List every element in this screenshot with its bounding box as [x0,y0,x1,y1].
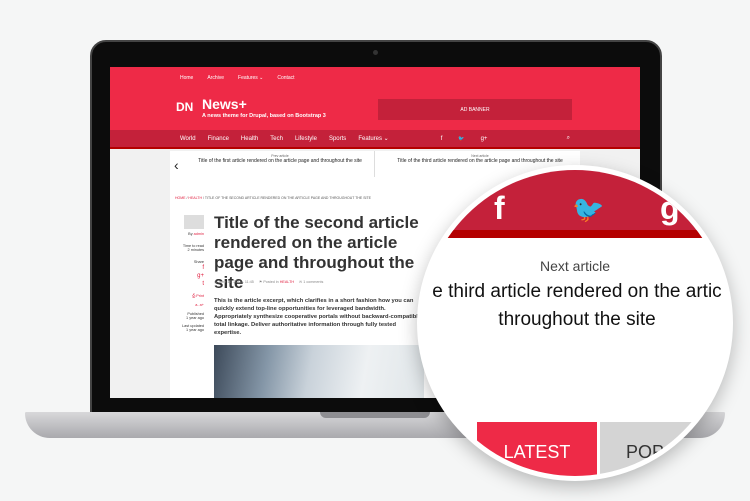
ad-banner[interactable]: AD BANNER [378,99,572,120]
laptop-notch [320,412,430,418]
twitter-icon[interactable]: 🐦 [572,194,604,225]
top-menu-contact[interactable]: Contact [277,75,294,81]
site-header: DN News+ A news theme for Drupal, based … [110,88,640,130]
menu-world[interactable]: World [180,136,196,142]
author-link[interactable]: admin [194,232,204,236]
published-value: 1 year ago [186,316,204,320]
menu-health[interactable]: Health [241,136,258,142]
posted-in-label: Posted in [263,280,279,284]
magnifier: f 🐦 g+ Next article e third article rend… [417,165,733,481]
magnified-title-line2: throughout the site [498,309,656,330]
tag-icon: ⚑ [258,280,263,284]
menu-finance[interactable]: Finance [208,136,229,142]
top-menu-features[interactable]: Features ⌄ [238,75,263,81]
print-link[interactable]: Print [196,294,204,298]
font-size-control[interactable]: a- a+ [180,303,204,307]
facebook-icon[interactable]: f [494,190,505,227]
top-menu: Home Archive Features ⌄ Contact [110,67,640,88]
avatar [184,215,204,229]
popular-tab[interactable]: POP [600,422,728,476]
share-twitter-icon[interactable]: t [180,280,204,288]
article-sidebar: By admin Time to read 2 minutes Share fg… [180,215,204,332]
article-meta: ◷ June 17, 2014 - 11:45 ⚑ Posted in HEAL… [214,280,324,284]
latest-tab[interactable]: LATEST [477,422,597,476]
twitter-icon[interactable]: 🐦 [458,136,464,142]
chevron-left-icon[interactable]: ‹ [174,157,179,173]
next-article-link[interactable]: Next article Title of the third article … [390,154,570,164]
time-value: 2 minutes [187,248,204,252]
share-google-plus-icon[interactable]: g+ [180,272,204,280]
updated-value: 1 year ago [186,328,204,332]
facebook-icon[interactable]: f [441,136,443,142]
prev-article-link[interactable]: Prev article Title of the first article … [190,154,370,164]
breadcrumb: HOME / HEALTH / TITLE OF THE SECOND ARTI… [175,196,371,200]
menu-features[interactable]: Features ⌄ [358,135,388,142]
site-logo[interactable]: DN [176,100,196,116]
google-plus-icon[interactable]: g+ [481,136,488,142]
magnified-next-label: Next article [539,258,611,274]
article-image [214,345,424,398]
top-menu-home[interactable]: Home [180,75,193,81]
article-date: June 17, 2014 - 11:45 [218,280,254,284]
category-link[interactable]: HEALTH [280,280,294,284]
menu-lifestyle[interactable]: Lifestyle [295,136,317,142]
by-label: By [188,232,193,236]
menu-sports[interactable]: Sports [329,136,346,142]
search-icon[interactable]: ⌕ [567,135,570,142]
site-tagline: A news theme for Drupal, based on Bootst… [202,113,326,119]
site-name[interactable]: News+ [202,96,247,112]
camera [373,50,378,55]
magnified-next-title[interactable]: e third article rendered on the artic thr… [422,278,728,334]
divider [374,151,375,177]
main-menu: World Finance Health Tech Lifestyle Spor… [110,130,640,149]
breadcrumb-section[interactable]: HEALTH [188,196,202,200]
google-plus-icon[interactable]: g+ [660,190,698,227]
prev-title: Title of the first article rendered on t… [198,158,362,164]
top-menu-archive[interactable]: Archive [207,75,224,81]
menu-tech[interactable]: Tech [270,136,283,142]
article-excerpt: This is the article excerpt, which clari… [214,298,422,336]
breadcrumb-home[interactable]: HOME [175,196,186,200]
comments-link[interactable]: 1 comments [303,280,323,284]
print-icon[interactable]: ⎙ [192,294,195,298]
comment-icon: ✉ [299,280,303,284]
share-facebook-icon[interactable]: f [180,264,204,272]
next-title: Title of the third article rendered on t… [397,158,563,164]
magnified-title-line1: e third article rendered on the artic [432,281,722,302]
breadcrumb-current: TITLE OF THE SECOND ARTICLE RENDERED ON … [204,196,371,200]
